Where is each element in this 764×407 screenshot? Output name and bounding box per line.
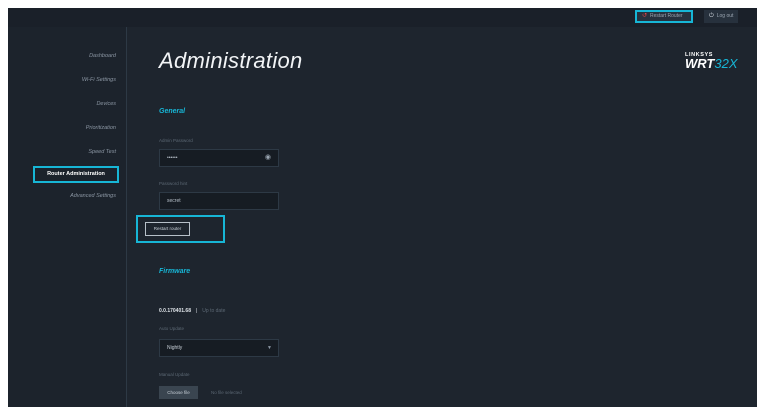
model-suffix: 32X (714, 56, 738, 71)
logout-button[interactable]: ⏻ Log out (704, 10, 738, 23)
sidebar-item-dashboard[interactable]: Dashboard (89, 53, 116, 59)
restart-router-top-label: Restart Router (650, 13, 683, 19)
choose-file-button[interactable]: Choose file (159, 386, 198, 399)
firmware-version-line: 0.0.170401.68 | Up to date (159, 308, 225, 314)
restart-router-top-button[interactable]: ↺ Restart Router (635, 10, 693, 23)
eye-icon[interactable]: ◉ (265, 150, 271, 166)
auto-update-value: Nightly (167, 345, 183, 351)
admin-password-label: Admin Password (159, 138, 193, 143)
firmware-status: Up to date (202, 308, 226, 314)
password-hint-value: secret (167, 198, 181, 204)
sidebar-item-wifi-settings[interactable]: Wi-Fi Settings (82, 77, 116, 83)
sidebar-item-devices[interactable]: Devices (96, 101, 116, 107)
password-hint-label: Password hint (159, 181, 188, 186)
password-hint-field[interactable]: secret (159, 192, 279, 210)
manual-update-label: Manual Update (159, 372, 190, 377)
admin-password-field[interactable]: •••••• ◉ (159, 149, 279, 167)
page-title: Administration (159, 48, 303, 73)
sidebar: Dashboard Wi-Fi Settings Devices Priorit… (8, 27, 127, 407)
firmware-section-title: Firmware (159, 268, 191, 275)
top-bar: ↺ Restart Router ⏻ Log out (8, 8, 757, 27)
logout-label: Log out (716, 13, 734, 19)
sidebar-item-speed-test[interactable]: Speed Test (88, 149, 116, 155)
app-window: ↺ Restart Router ⏻ Log out Dashboard Wi-… (8, 8, 757, 407)
restart-icon: ↺ (642, 13, 648, 19)
admin-password-value: •••••• (167, 155, 178, 161)
firmware-separator: | (195, 308, 198, 314)
restart-router-button[interactable]: Restart router (145, 222, 190, 236)
chevron-down-icon: ▼ (267, 345, 272, 351)
model-prefix: WRT (685, 56, 715, 71)
no-file-selected-text: No file selected (211, 390, 242, 395)
power-icon: ⏻ (709, 13, 714, 19)
linksys-logo: LINKSYS WRT32X (685, 52, 738, 70)
sidebar-item-prioritization[interactable]: Prioritization (86, 125, 116, 131)
auto-update-select[interactable]: Nightly ▼ (159, 339, 279, 357)
firmware-version: 0.0.170401.68 (159, 308, 191, 314)
brand-model: WRT32X (685, 56, 738, 71)
auto-update-label: Auto Update (159, 326, 185, 331)
sidebar-item-router-administration[interactable]: Router Administration (33, 166, 119, 183)
general-section-title: General (159, 108, 186, 115)
restart-router-highlight: Restart router (136, 215, 225, 243)
sidebar-item-advanced-settings[interactable]: Advanced Settings (70, 193, 116, 199)
